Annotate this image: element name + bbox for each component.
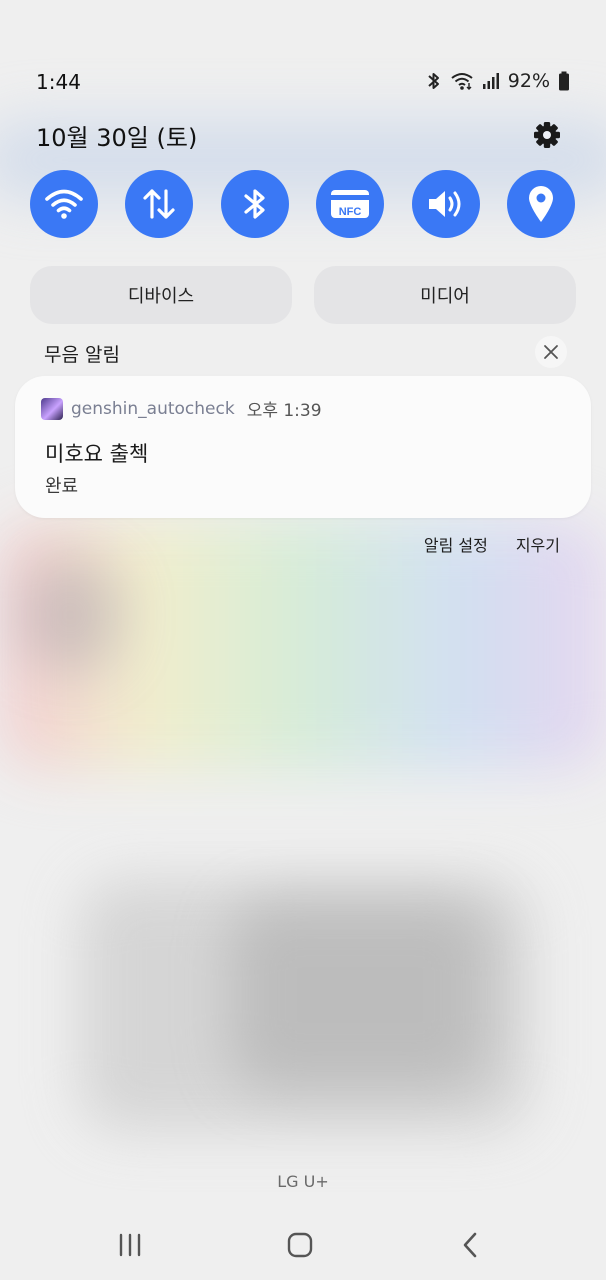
nfc-label: NFC xyxy=(339,206,362,218)
notification-settings-button[interactable]: 알림 설정 xyxy=(424,532,488,556)
location-toggle-button[interactable] xyxy=(507,170,575,238)
battery-icon xyxy=(559,71,569,91)
notification-text: 완료 xyxy=(45,476,79,497)
location-icon xyxy=(529,186,553,222)
wifi-icon xyxy=(45,189,83,219)
notification-time: 오후 1:39 xyxy=(246,401,322,421)
quick-settings: NFC xyxy=(30,170,576,238)
close-icon xyxy=(544,345,558,359)
data-arrows-icon xyxy=(143,189,175,219)
home-icon xyxy=(287,1232,313,1258)
wifi-toggle-button[interactable] xyxy=(30,170,98,238)
bluetooth-toggle-button[interactable] xyxy=(221,170,289,238)
nfc-toggle-button[interactable]: NFC xyxy=(316,170,384,238)
gear-icon[interactable] xyxy=(530,118,564,152)
sound-toggle-button[interactable] xyxy=(412,170,480,238)
panel-date: 10월 30일 (토) xyxy=(36,124,198,152)
home-button[interactable] xyxy=(280,1228,320,1262)
volume-icon xyxy=(429,191,461,217)
clear-silent-button[interactable] xyxy=(535,336,567,368)
notification-app-name: genshin_autocheck xyxy=(71,398,235,419)
bluetooth-icon xyxy=(428,73,439,89)
devices-button[interactable]: 디바이스 xyxy=(30,266,292,324)
recents-button[interactable] xyxy=(110,1228,150,1262)
media-button[interactable]: 미디어 xyxy=(314,266,576,324)
status-time: 1:44 xyxy=(36,70,81,94)
carrier-label: LG U+ xyxy=(277,1172,329,1191)
notification-title: 미호요 출첵 xyxy=(45,442,149,466)
app-icon xyxy=(41,397,63,420)
navigation-bar xyxy=(0,1210,606,1280)
silent-notifications-title: 무음 알림 xyxy=(44,344,120,366)
notification-header: genshin_autocheck 오후 1:39 xyxy=(41,396,322,421)
clear-all-button[interactable]: 지우기 xyxy=(516,532,560,556)
back-button[interactable] xyxy=(450,1228,490,1262)
notification-card[interactable]: genshin_autocheck 오후 1:39 미호요 출첵 완료 xyxy=(15,376,591,518)
bluetooth-icon xyxy=(244,189,265,219)
signal-icon xyxy=(482,73,499,89)
recents-icon xyxy=(119,1233,141,1257)
wifi-icon xyxy=(451,73,473,90)
status-bar: 1:44 92% xyxy=(0,60,606,104)
back-icon xyxy=(463,1232,477,1258)
notification-actions: 알림 설정 지우기 xyxy=(424,532,560,556)
mobile-data-toggle-button[interactable] xyxy=(125,170,193,238)
nfc-icon: NFC xyxy=(331,190,369,218)
battery-percent: 92% xyxy=(507,70,550,92)
